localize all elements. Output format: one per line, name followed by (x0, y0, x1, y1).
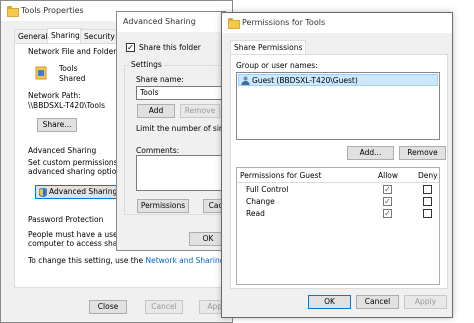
permissions-titlebar[interactable]: Permissions for Tools (222, 13, 452, 33)
advanced-sharing-label: Advanced Sharing... (49, 187, 125, 196)
share-folder-checkbox[interactable]: ✓ (126, 43, 135, 52)
add-share-button[interactable]: Add (137, 104, 175, 118)
user-icon (241, 76, 250, 85)
advanced-sharing-titlebar[interactable]: Advanced Sharing (117, 12, 225, 32)
permissions-window: Permissions for Tools Share Permissions … (221, 12, 453, 318)
comments-textarea[interactable] (136, 155, 225, 191)
share-folder-label: Share this folder (139, 43, 201, 52)
permission-change: Change (246, 197, 275, 206)
allow-header: Allow (378, 171, 399, 180)
read-deny-checkbox[interactable] (423, 209, 432, 218)
settings-label: Settings (129, 60, 164, 69)
advanced-sharing-window: Advanced Sharing ✓ Share this folder Set… (116, 11, 226, 251)
change-deny-checkbox[interactable] (423, 197, 432, 206)
share-name-input[interactable]: Tools (136, 86, 225, 100)
close-button[interactable]: Close (89, 300, 127, 314)
group-users-label: Group or user names: (236, 61, 318, 70)
add-user-button[interactable]: Add... (347, 146, 394, 160)
network-sharing-centre-link[interactable]: Network and Sharing Centre (145, 256, 232, 265)
permissions-table-divider (237, 182, 439, 183)
permissions-apply-button[interactable]: Apply (404, 295, 447, 309)
read-allow-checkbox[interactable]: ✓ (383, 209, 392, 218)
password-desc-2: computer to access shared (28, 239, 130, 248)
permissions-ok-button[interactable]: OK (308, 295, 351, 309)
shared-folder-icon (35, 64, 47, 80)
folder-status: Shared (59, 74, 86, 83)
permissions-table: Permissions for Guest Allow Deny Full Co… (236, 167, 440, 285)
full-control-allow-checkbox[interactable]: ✓ (383, 185, 392, 194)
permissions-button[interactable]: Permissions (137, 199, 189, 213)
folder-icon (7, 6, 19, 17)
comments-label: Comments: (136, 146, 180, 155)
advanced-sharing-button[interactable]: Advanced Sharing... (35, 185, 124, 199)
advanced-group-label: Advanced Sharing (28, 146, 97, 155)
advanced-desc-2: advanced sharing options. (28, 167, 128, 176)
permissions-title: Permissions for Tools (242, 18, 326, 27)
remove-user-button[interactable]: Remove (399, 146, 446, 160)
users-list[interactable]: Guest (BBDSXL-T420\Guest) (236, 72, 440, 140)
network-path-label: Network Path: (28, 91, 81, 100)
permissions-cancel-button[interactable]: Cancel (356, 295, 399, 309)
advanced-sharing-title: Advanced Sharing (123, 17, 196, 26)
change-setting-text: To change this setting, use the Network … (28, 256, 232, 265)
tab-sharing[interactable]: Sharing (47, 28, 84, 43)
full-control-deny-checkbox[interactable] (423, 185, 432, 194)
password-group-label: Password Protection (28, 215, 104, 224)
folder-icon (228, 18, 240, 29)
folder-name: Tools (59, 64, 78, 73)
tab-general[interactable]: General (14, 29, 52, 43)
deny-header: Deny (418, 171, 438, 180)
limit-users-label: Limit the number of simulta (136, 124, 226, 133)
remove-share-button[interactable]: Remove (180, 104, 220, 118)
cancel-button[interactable]: Cancel (145, 300, 183, 314)
tab-share-permissions[interactable]: Share Permissions (230, 40, 307, 55)
share-button[interactable]: Share... (37, 118, 77, 132)
permission-full-control: Full Control (246, 185, 289, 194)
permission-read: Read (246, 209, 265, 218)
share-name-label: Share name: (136, 75, 184, 84)
change-setting-prefix: To change this setting, use the (28, 256, 144, 265)
permissions-for-label: Permissions for Guest (240, 171, 322, 180)
shield-icon (38, 187, 48, 198)
change-allow-checkbox[interactable]: ✓ (383, 197, 392, 206)
user-name: Guest (BBDSXL-T420\Guest) (252, 76, 358, 85)
window-title: Tools Properties (21, 6, 84, 15)
list-item[interactable]: Guest (BBDSXL-T420\Guest) (238, 74, 438, 86)
network-path-value: \\BBDSXL-T420\Tools (28, 101, 105, 110)
tab-security[interactable]: Security (80, 29, 119, 43)
share-permissions-panel: Group or user names: Guest (BBDSXL-T420\… (230, 54, 448, 289)
